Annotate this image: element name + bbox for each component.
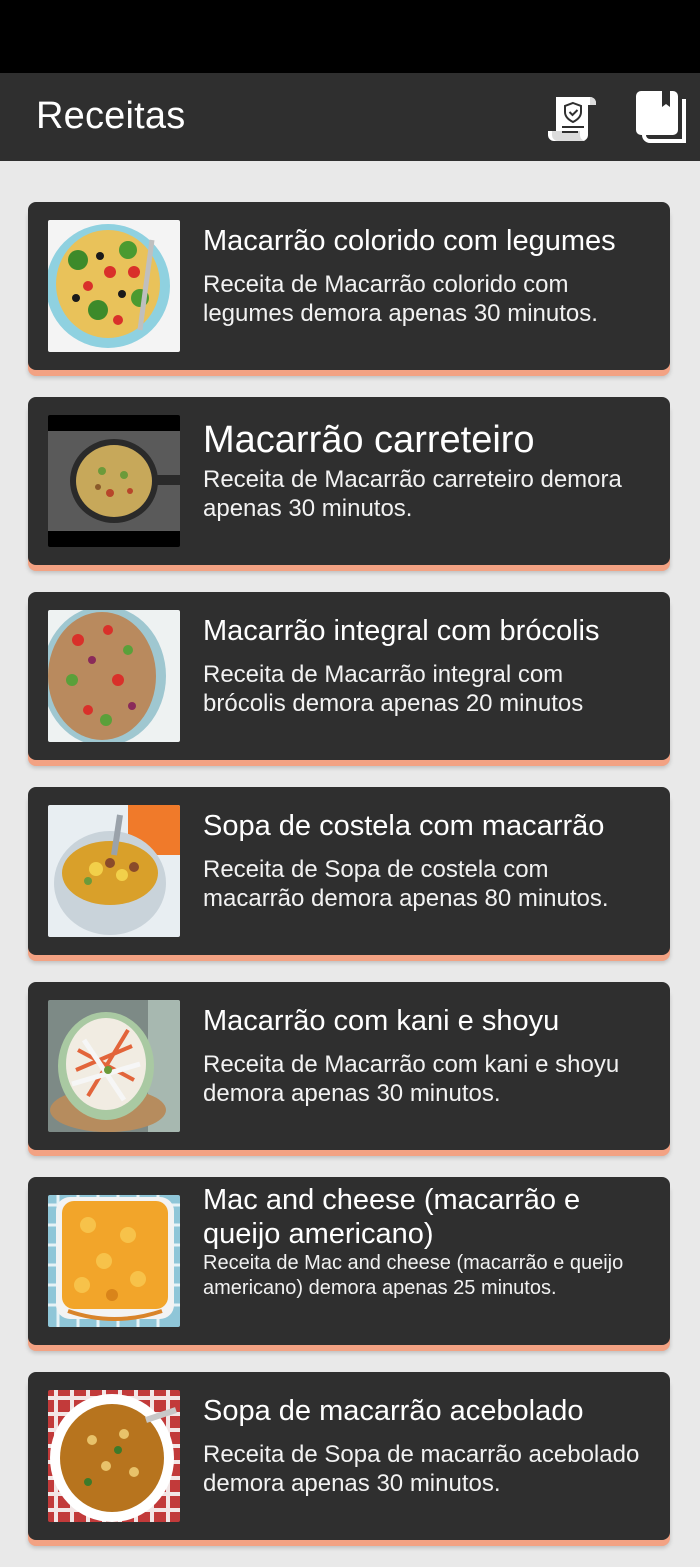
- recipe-title: Mac and cheese (macarrão e queijo americ…: [203, 1184, 581, 1250]
- recipe-description: Receita de Macarrão integral com brócoli…: [203, 661, 584, 717]
- recipe-title: Sopa de macarrão acebolado: [203, 1395, 584, 1427]
- recipe-thumbnail: [48, 1390, 180, 1522]
- recipe-thumbnail: [48, 610, 180, 742]
- recipe-list: Macarrão colorido com legumes Receita de…: [28, 202, 672, 1567]
- recipe-book-button[interactable]: [632, 89, 690, 147]
- recipe-title: Macarrão colorido com legumes: [203, 225, 616, 257]
- app-bar: Receitas: [0, 73, 700, 161]
- recipe-card[interactable]: Macarrão carreteiro Receita de Macarrão …: [28, 397, 670, 565]
- recipe-description: Receita de Sopa de macarrão acebolado de…: [203, 1441, 640, 1497]
- recipe-card[interactable]: Macarrão com kani e shoyu Receita de Mac…: [28, 982, 670, 1150]
- recipe-description: Receita de Macarrão com kani e shoyu dem…: [203, 1051, 620, 1107]
- recipe-description: Receita de Macarrão carreteiro demora ap…: [203, 466, 622, 522]
- recipe-description: Receita de Sopa de costela com macarrão …: [203, 856, 609, 912]
- recipe-title: Macarrão carreteiro: [203, 419, 535, 461]
- privacy-policy-button[interactable]: [546, 89, 604, 147]
- recipe-description: Receita de Mac and cheese (macarrão e qu…: [203, 1252, 624, 1299]
- recipe-card[interactable]: Sopa de macarrão acebolado Receita de So…: [28, 1372, 670, 1540]
- recipe-thumbnail: [48, 1195, 180, 1327]
- recipe-card[interactable]: Macarrão colorido com legumes Receita de…: [28, 202, 670, 370]
- recipe-thumbnail: [48, 1000, 180, 1132]
- privacy-policy-icon: [548, 97, 596, 141]
- recipe-thumbnail: [48, 805, 180, 937]
- recipe-card[interactable]: Mac and cheese (macarrão e queijo americ…: [28, 1177, 670, 1345]
- recipe-thumbnail: [48, 220, 180, 352]
- recipe-card[interactable]: Sopa de costela com macarrão Receita de …: [28, 787, 670, 955]
- recipe-description: Receita de Macarrão colorido com legumes…: [203, 271, 598, 327]
- recipe-title: Macarrão integral com brócolis: [203, 615, 600, 647]
- status-bar: [0, 0, 700, 73]
- recipe-title: Macarrão com kani e shoyu: [203, 1005, 560, 1037]
- recipe-thumbnail: [48, 415, 180, 547]
- page-title: Receitas: [36, 95, 186, 137]
- recipe-card[interactable]: Macarrão integral com brócolis Receita d…: [28, 592, 670, 760]
- recipe-title: Sopa de costela com macarrão: [203, 810, 605, 842]
- recipe-book-icon: [636, 91, 686, 143]
